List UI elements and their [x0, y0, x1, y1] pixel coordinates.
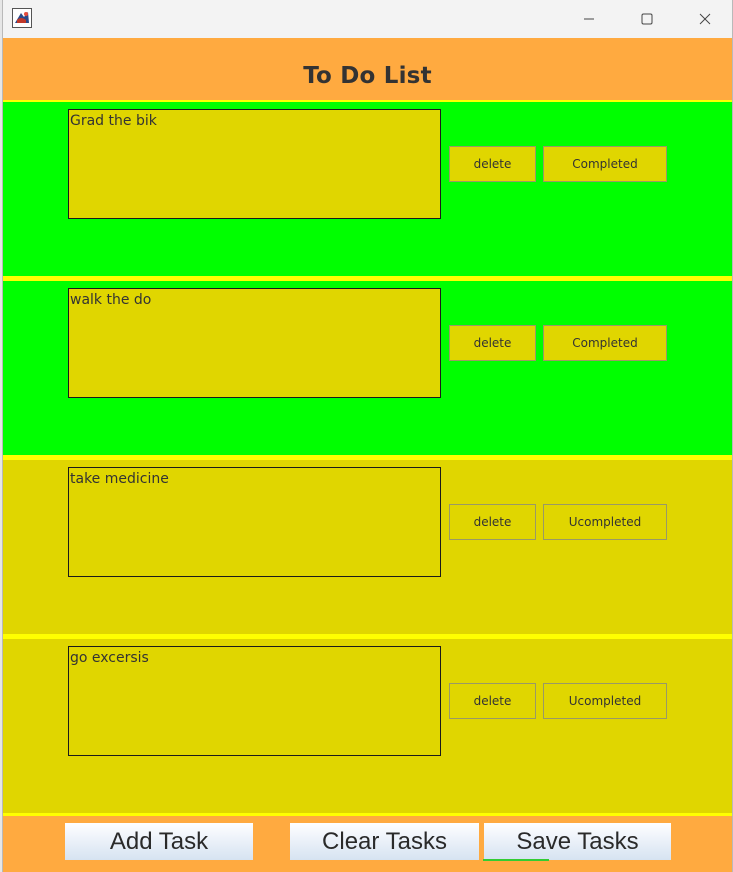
maximize-icon	[641, 13, 653, 25]
save-tasks-button[interactable]: Save Tasks	[484, 823, 671, 860]
task-row: walk the do delete Completed	[3, 281, 732, 455]
close-icon	[699, 13, 711, 25]
delete-button[interactable]: delete	[449, 146, 536, 182]
close-button[interactable]	[677, 0, 732, 38]
title-bar[interactable]	[3, 0, 732, 38]
clear-tasks-button[interactable]: Clear Tasks	[290, 823, 479, 860]
page-title: To Do List	[303, 63, 432, 89]
task-row: take medicine delete Ucompleted	[3, 460, 732, 634]
delete-button[interactable]: delete	[449, 504, 536, 540]
task-text-field[interactable]: go excersis	[68, 646, 441, 756]
status-toggle-button[interactable]: Completed	[543, 325, 667, 361]
task-row: go excersis delete Ucompleted	[3, 639, 732, 813]
app-header: To Do List	[3, 38, 732, 100]
add-task-button[interactable]: Add Task	[65, 823, 253, 860]
task-row: Grad the bik delete Completed	[3, 102, 732, 276]
java-app-icon	[12, 8, 32, 28]
task-text-field[interactable]: walk the do	[68, 288, 441, 398]
focus-indicator	[483, 859, 549, 861]
minimize-button[interactable]	[561, 0, 617, 38]
delete-button[interactable]: delete	[449, 683, 536, 719]
maximize-button[interactable]	[619, 0, 675, 38]
minimize-icon	[584, 18, 594, 20]
delete-button[interactable]: delete	[449, 325, 536, 361]
footer-toolbar: Add Task Clear Tasks Save Tasks	[3, 816, 732, 872]
task-list: Grad the bik delete Completed walk the d…	[3, 100, 732, 816]
task-text-field[interactable]: Grad the bik	[68, 109, 441, 219]
status-toggle-button[interactable]: Completed	[543, 146, 667, 182]
task-text-field[interactable]: take medicine	[68, 467, 441, 577]
status-toggle-button[interactable]: Ucompleted	[543, 683, 667, 719]
status-toggle-button[interactable]: Ucompleted	[543, 504, 667, 540]
app-window: To Do List Grad the bik delete Completed…	[2, 0, 733, 872]
